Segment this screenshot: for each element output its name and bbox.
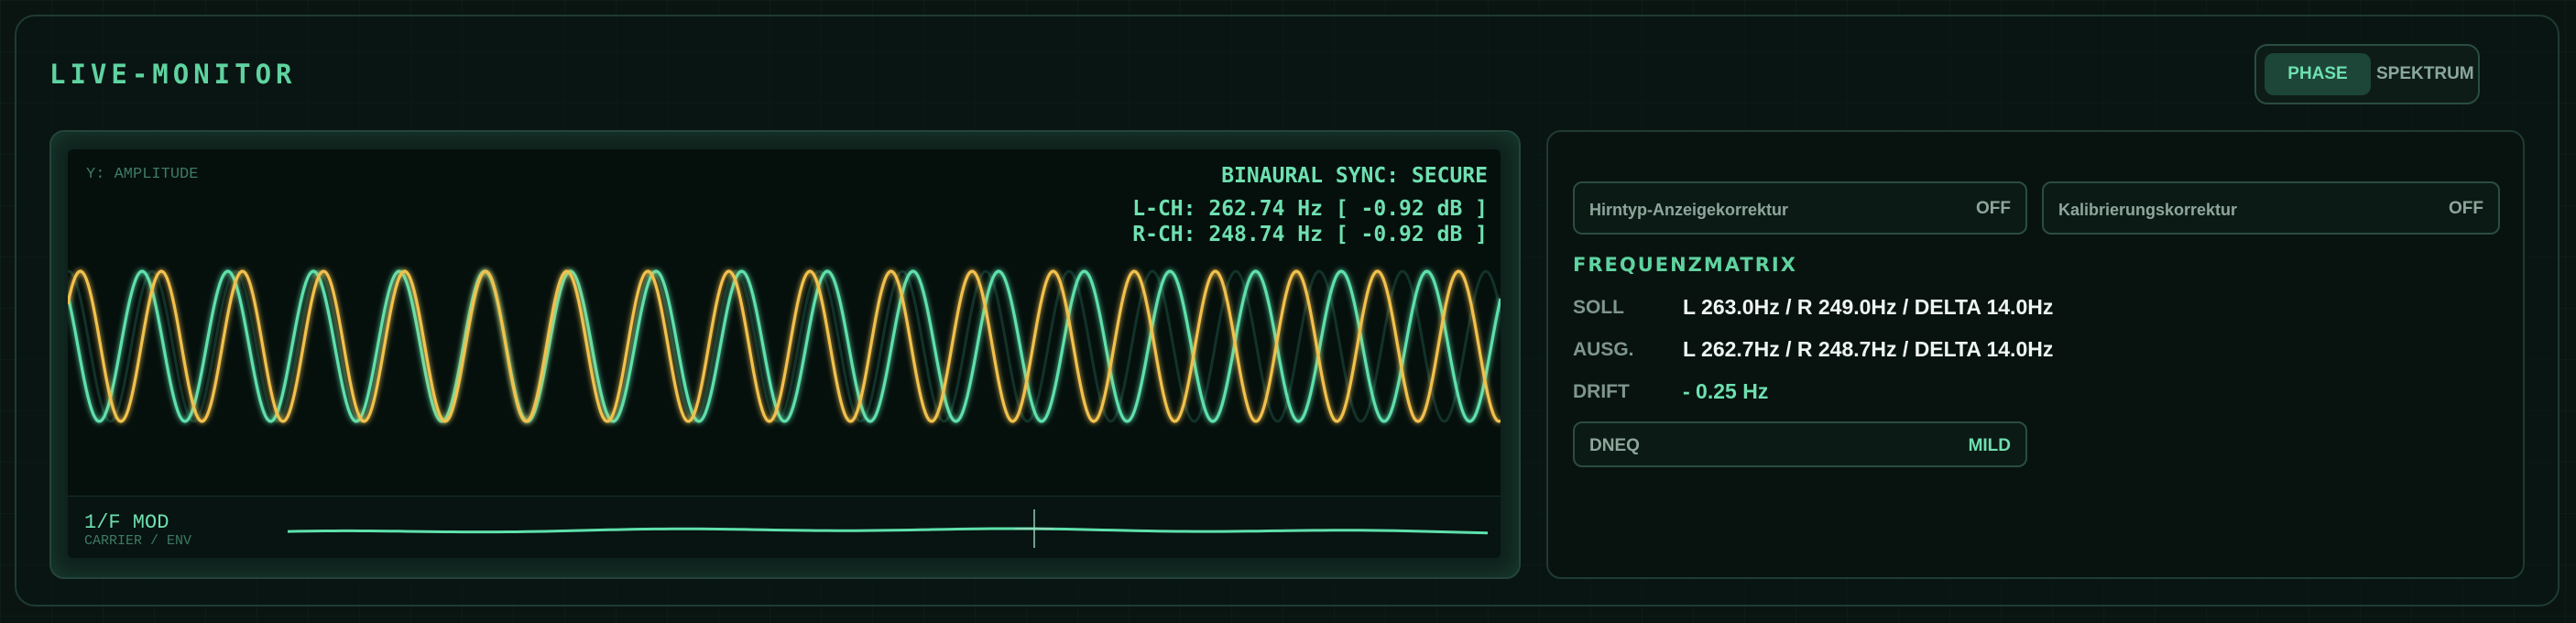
row-key-soll: SOLL bbox=[1573, 297, 1624, 318]
page-title: LIVE-MONITOR bbox=[49, 59, 297, 90]
row-value-drift: - 0.25 Hz bbox=[1683, 379, 1769, 403]
toggle-calibration-correction[interactable]: Kalibrierungskorrektur OFF bbox=[2042, 181, 2500, 235]
dneq-label: DNEQ bbox=[1589, 436, 1640, 455]
y-axis-label: Y: AMPLITUDE bbox=[86, 166, 199, 183]
modulation-envelope-line bbox=[287, 527, 1489, 535]
row-key-ausg: AUSG. bbox=[1573, 339, 1634, 360]
dneq-indicator[interactable]: DNEQ MILD bbox=[1573, 421, 2027, 467]
right-channel-readout: R-CH: 248.74 Hz [ -0.92 dB ] bbox=[1132, 223, 1488, 246]
modulation-plot bbox=[287, 509, 1489, 548]
toggle-state: OFF bbox=[1976, 199, 2011, 218]
row-value-soll: L 263.0Hz / R 249.0Hz / DELTA 14.0Hz bbox=[1683, 295, 2054, 319]
tab-phase[interactable]: PHASE bbox=[2265, 53, 2371, 95]
oscilloscope-screen: Y: AMPLITUDE BINAURAL SYNC: SECURE L-CH:… bbox=[68, 149, 1501, 558]
row-value-ausg: L 262.7Hz / R 248.7Hz / DELTA 14.0Hz bbox=[1683, 337, 2054, 361]
modulation-strip: 1/F MOD CARRIER / ENV bbox=[68, 496, 1501, 558]
left-channel-readout: L-CH: 262.74 Hz [ -0.92 dB ] bbox=[1132, 197, 1488, 221]
frequency-matrix-title: FREQUENZMATRIX bbox=[1573, 254, 1797, 276]
tab-spektrum[interactable]: SPEKTRUM bbox=[2376, 53, 2474, 95]
mode-switch: PHASE SPEKTRUM bbox=[2254, 44, 2480, 104]
toggle-state: OFF bbox=[2449, 199, 2483, 218]
sync-status: BINAURAL SYNC: SECURE bbox=[1221, 164, 1488, 188]
toggle-label: Kalibrierungskorrektur bbox=[2058, 201, 2238, 219]
toggle-brain-type-correction[interactable]: Hirntyp-Anzeigekorrektur OFF bbox=[1573, 181, 2027, 235]
row-key-drift: DRIFT bbox=[1573, 381, 1630, 402]
waveform-plot bbox=[68, 269, 1501, 423]
dneq-value: MILD bbox=[1968, 436, 2011, 455]
toggle-label: Hirntyp-Anzeigekorrektur bbox=[1589, 201, 1789, 219]
crosshair-cursor[interactable] bbox=[1015, 509, 1053, 548]
